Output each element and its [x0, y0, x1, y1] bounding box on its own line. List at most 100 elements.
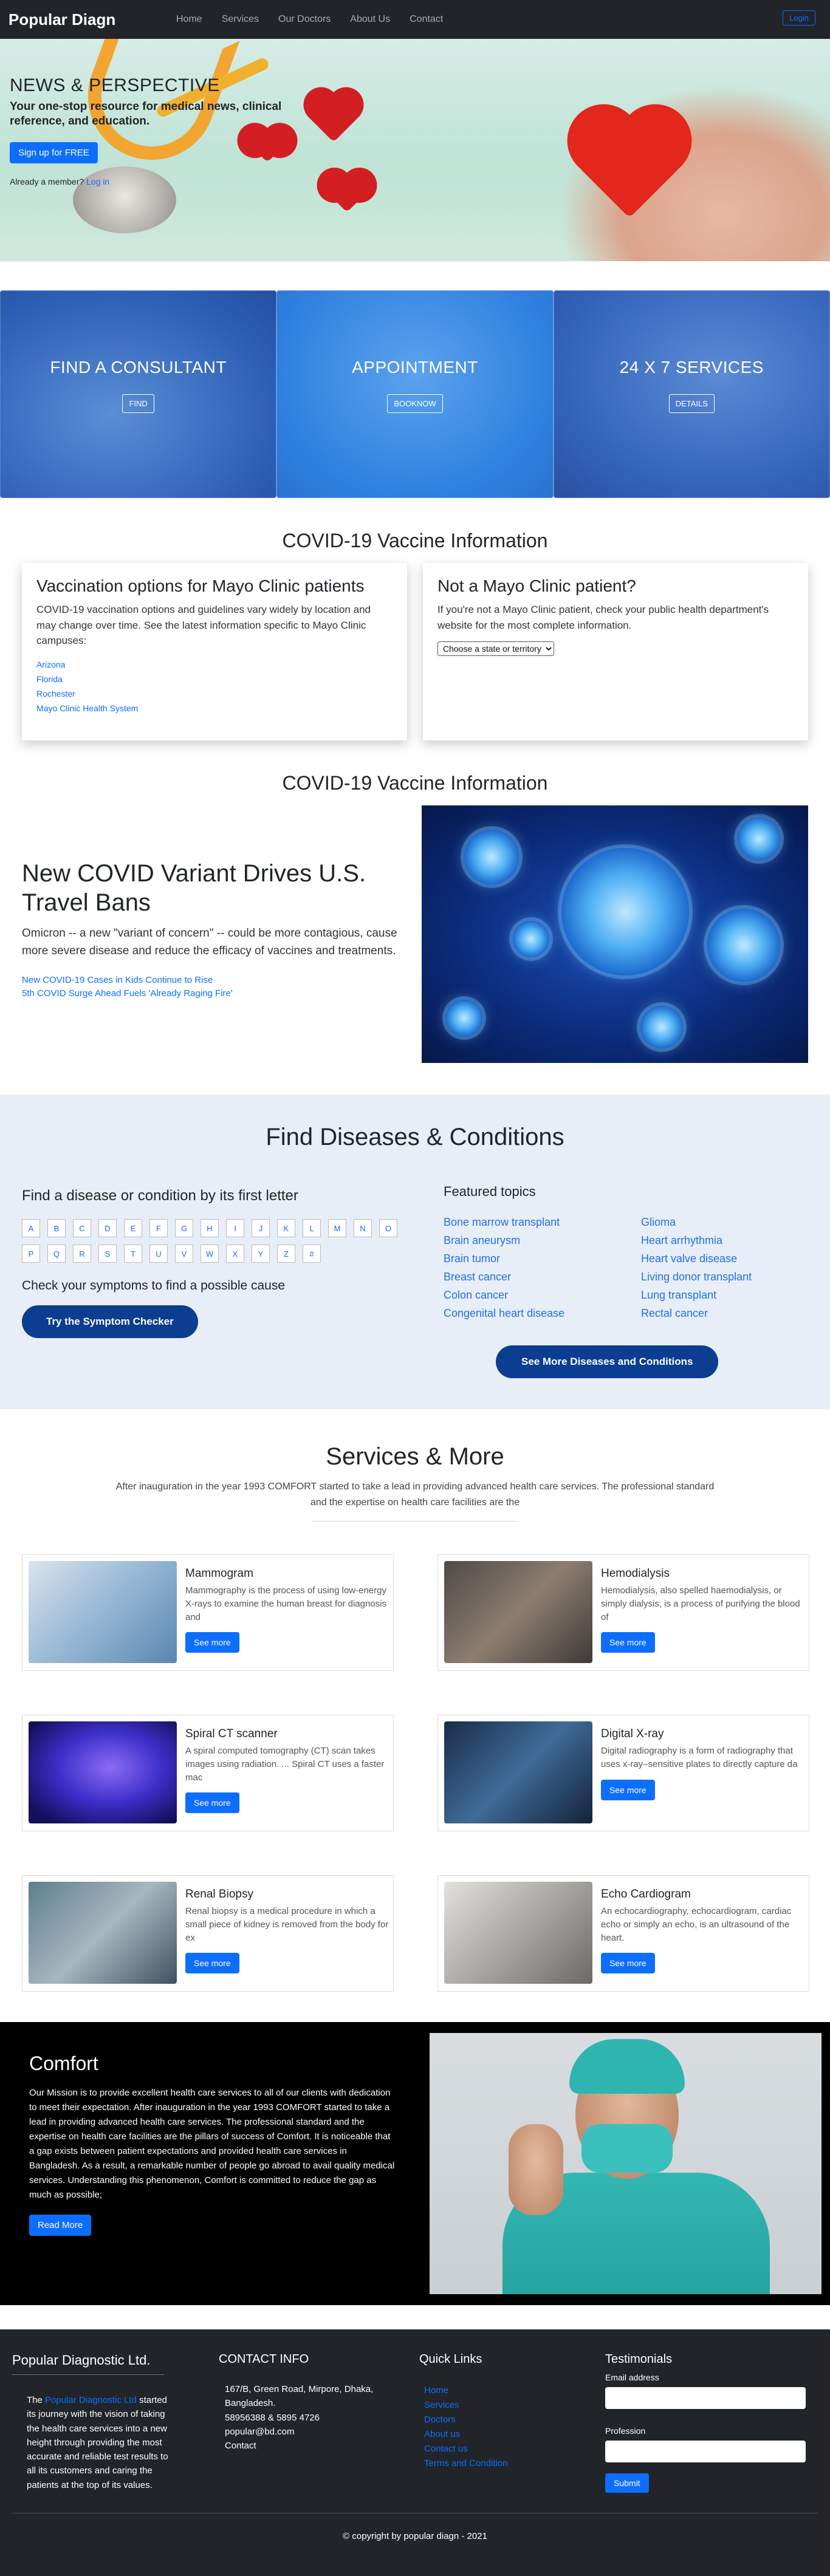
- letter-i[interactable]: I: [226, 1219, 244, 1237]
- news-link[interactable]: 5th COVID Surge Ahead Fuels 'Already Rag…: [22, 987, 403, 1000]
- services-section: Services & More After inauguration in th…: [0, 1409, 830, 1992]
- topic-link[interactable]: Living donor transplant: [641, 1268, 808, 1286]
- nav-services[interactable]: Services: [212, 14, 269, 25]
- letter-y[interactable]: Y: [252, 1245, 270, 1263]
- topic-link[interactable]: Glioma: [641, 1213, 808, 1231]
- topic-link[interactable]: Congenital heart disease: [444, 1304, 641, 1322]
- letter-c[interactable]: C: [73, 1219, 91, 1237]
- letter-x[interactable]: X: [226, 1245, 244, 1263]
- service-body: Spiral CT scanner A spiral computed tomo…: [177, 1721, 392, 1825]
- contact-label: Contact: [225, 2441, 256, 2451]
- see-more-button[interactable]: See more: [601, 1779, 655, 1800]
- virus-image: [422, 805, 808, 1063]
- brand-logo[interactable]: Popular Diagn: [9, 10, 160, 29]
- email-field[interactable]: [605, 2387, 806, 2410]
- letter-hash[interactable]: #: [303, 1245, 321, 1263]
- link-arizona[interactable]: Arizona: [36, 657, 393, 672]
- letter-z[interactable]: Z: [277, 1245, 295, 1263]
- letter-q[interactable]: Q: [47, 1245, 66, 1263]
- service-title: Renal Biopsy: [185, 1888, 253, 1901]
- letter-m[interactable]: M: [328, 1219, 346, 1237]
- letter-o[interactable]: O: [379, 1219, 397, 1237]
- booknow-button[interactable]: BOOKNOW: [387, 394, 443, 413]
- see-more-button[interactable]: See more: [601, 1953, 655, 1974]
- footer-contact: CONTACT INFO 167/B, Green Road, Mirpore,…: [219, 2352, 419, 2493]
- news-title: New COVID Variant Drives U.S. Travel Ban…: [22, 860, 366, 916]
- letter-t[interactable]: T: [124, 1245, 142, 1263]
- letter-b[interactable]: B: [47, 1219, 66, 1237]
- virus-particle: [561, 848, 689, 975]
- letter-f[interactable]: F: [149, 1219, 168, 1237]
- letter-s[interactable]: S: [98, 1245, 117, 1263]
- letter-h[interactable]: H: [201, 1219, 219, 1237]
- link-health-system[interactable]: Mayo Clinic Health System: [36, 701, 393, 716]
- more-diseases-button[interactable]: See More Diseases and Conditions: [496, 1345, 719, 1378]
- login-button[interactable]: Login: [783, 10, 815, 26]
- nav-about-us[interactable]: About Us: [340, 14, 400, 25]
- letter-r[interactable]: R: [73, 1245, 91, 1263]
- tile-title: FIND A CONSULTANT: [50, 357, 227, 377]
- campus-links: Arizona Florida Rochester Mayo Clinic He…: [36, 657, 393, 716]
- topic-link[interactable]: Lung transplant: [641, 1286, 808, 1304]
- letter-g[interactable]: G: [175, 1219, 193, 1237]
- quick-link-about[interactable]: About us: [424, 2427, 605, 2442]
- letter-a[interactable]: A: [22, 1219, 40, 1237]
- xray-image: [444, 1721, 592, 1824]
- letter-d[interactable]: D: [98, 1219, 117, 1237]
- see-more-button[interactable]: See more: [185, 1953, 239, 1974]
- topic-link[interactable]: Heart arrhythmia: [641, 1231, 808, 1249]
- footer-company-name: Popular Diagnostic Ltd.: [12, 2352, 151, 2368]
- state-select[interactable]: Choose a state or territory: [437, 641, 554, 656]
- details-button[interactable]: DETAILS: [668, 394, 715, 413]
- topic-link[interactable]: Heart valve disease: [641, 1249, 808, 1268]
- quick-link-doctors[interactable]: Doctors: [424, 2413, 605, 2427]
- letter-u[interactable]: U: [149, 1245, 168, 1263]
- read-more-button[interactable]: Read More: [29, 2215, 92, 2236]
- topic-link[interactable]: Colon cancer: [444, 1286, 641, 1304]
- submit-button[interactable]: Submit: [605, 2473, 649, 2493]
- tile-appointment: APPOINTMENT BOOKNOW: [276, 290, 554, 498]
- see-more-button[interactable]: See more: [601, 1632, 655, 1653]
- nav-contact[interactable]: Contact: [400, 14, 453, 25]
- letter-k[interactable]: K: [277, 1219, 295, 1237]
- contact-heading: CONTACT INFO: [219, 2352, 309, 2366]
- topic-link[interactable]: Brain aneurysm: [444, 1231, 641, 1249]
- hero-title: NEWS & PERSPECTIVE: [10, 75, 220, 95]
- vaccination-card: Vaccination options for Mayo Clinic pati…: [22, 563, 407, 740]
- company-link[interactable]: Popular Diagnostic Ltd: [45, 2395, 137, 2405]
- footer-quick-links: Quick Links Home Services Doctors About …: [419, 2352, 605, 2493]
- nav-our-doctors[interactable]: Our Doctors: [269, 14, 340, 25]
- letter-p[interactable]: P: [22, 1245, 40, 1263]
- quick-link-home[interactable]: Home: [424, 2383, 605, 2398]
- services-intro: After inauguration in the year 1993 COMF…: [115, 1481, 715, 1508]
- symptom-checker-button[interactable]: Try the Symptom Checker: [22, 1305, 198, 1338]
- news-link[interactable]: New COVID-19 Cases in Kids Continue to R…: [22, 974, 403, 987]
- letter-w[interactable]: W: [201, 1245, 219, 1263]
- topic-link[interactable]: Brain tumor: [444, 1249, 641, 1268]
- service-body: Hemodialysis Hemodialysis, also spelled …: [592, 1561, 808, 1664]
- letter-l[interactable]: L: [303, 1219, 321, 1237]
- link-florida[interactable]: Florida: [36, 672, 393, 686]
- card-text: If you're not a Mayo Clinic patient, che…: [437, 604, 769, 631]
- letter-e[interactable]: E: [124, 1219, 142, 1237]
- letter-v[interactable]: V: [175, 1245, 193, 1263]
- quick-link-terms[interactable]: Terms and Condition: [424, 2456, 605, 2471]
- link-rochester[interactable]: Rochester: [36, 686, 393, 701]
- see-more-button[interactable]: See more: [185, 1792, 239, 1814]
- topic-link[interactable]: Breast cancer: [444, 1268, 641, 1286]
- renal-biopsy-image: [29, 1882, 177, 1984]
- quick-link-services[interactable]: Services: [424, 2398, 605, 2413]
- letter-n[interactable]: N: [354, 1219, 372, 1237]
- topic-link[interactable]: Rectal cancer: [641, 1304, 808, 1322]
- quick-link-contact[interactable]: Contact us: [424, 2442, 605, 2456]
- see-more-button[interactable]: See more: [185, 1632, 239, 1653]
- nav-home[interactable]: Home: [166, 14, 212, 25]
- service-card: Mammogram Mammography is the process of …: [22, 1554, 394, 1672]
- login-link[interactable]: Log in: [86, 177, 109, 186]
- profession-field[interactable]: [605, 2441, 806, 2463]
- letter-j[interactable]: J: [252, 1219, 270, 1237]
- topic-link[interactable]: Bone marrow transplant: [444, 1213, 641, 1231]
- virus-particle: [513, 921, 549, 957]
- find-button[interactable]: FIND: [122, 394, 154, 413]
- signup-button[interactable]: Sign up for FREE: [10, 142, 98, 163]
